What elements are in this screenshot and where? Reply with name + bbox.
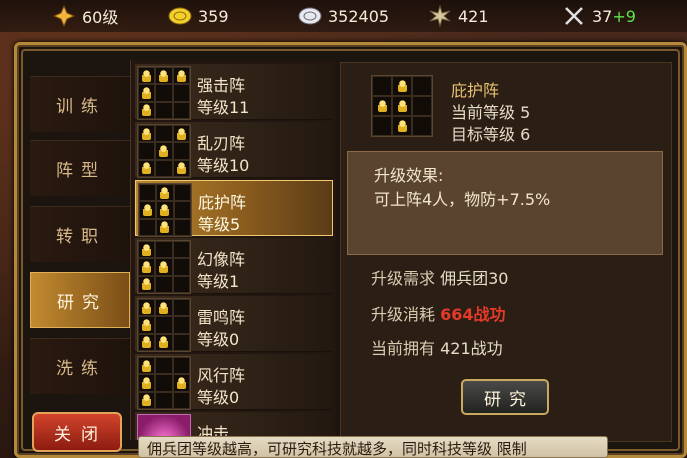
formation-row[interactable]: 幻像阵 等级1: [135, 238, 333, 294]
formation-name: 风行阵: [197, 366, 246, 385]
formation-level: 等级10: [197, 156, 250, 175]
silver-coin-icon: [298, 4, 322, 28]
level-display: 60级: [52, 3, 118, 29]
formation-grid-icon: [137, 240, 191, 294]
detail-current-level: 当前等级 5: [451, 103, 531, 122]
close-button[interactable]: 关闭: [32, 412, 122, 452]
resource-bar: 60级 359 352405 421 37 +9: [0, 0, 687, 32]
formation-name: 乱刃阵: [197, 134, 246, 153]
detail-formation-name: 庇护阵: [451, 81, 500, 100]
formation-level: 等级0: [197, 388, 240, 407]
tab-research[interactable]: 研究: [30, 272, 130, 328]
formation-grid-icon: [137, 124, 191, 178]
detail-panel: 庇护阵 当前等级 5 目标等级 6 升级效果: 可上阵4人，物防+7.5% 升级…: [340, 62, 672, 442]
tab-refine[interactable]: 洗练: [30, 338, 130, 394]
formation-row[interactable]: 乱刃阵 等级10: [135, 122, 333, 178]
formation-name: 幻像阵: [197, 250, 246, 269]
formation-grid-icon: [137, 66, 191, 120]
formation-name: 雷鸣阵: [197, 308, 246, 327]
upgrade-requirement: 升级需求 佣兵团30: [371, 269, 509, 288]
research-button[interactable]: 研究: [461, 379, 549, 415]
level-value: 60级: [82, 8, 119, 27]
stamina-value: 37: [592, 6, 613, 26]
formation-grid-icon: [138, 183, 192, 237]
silver-value: 352405: [328, 6, 390, 26]
gold-value: 359: [198, 6, 229, 26]
formation-level: 等级1: [197, 272, 240, 291]
formation-row[interactable]: 风行阵 等级0: [135, 354, 333, 410]
gold-coin-icon: [168, 4, 192, 28]
tab-train[interactable]: 训练: [30, 76, 130, 132]
formation-list[interactable]: 强击阵 等级11 乱刃阵 等级10 庇护阵 等级5 幻像阵 等级1 雷鸣阵 等级…: [130, 60, 336, 440]
gold-display: 359: [168, 3, 229, 29]
tab-formation[interactable]: 阵型: [30, 140, 130, 196]
hint-tooltip: 佣兵团等级越高，可研究科技就越多，同时科技等级 限制: [138, 436, 608, 458]
stamina-display: 37 +9: [562, 3, 636, 29]
tab-job-change[interactable]: 转职: [30, 206, 130, 262]
formation-row-selected[interactable]: 庇护阵 等级5: [135, 180, 333, 237]
upgrade-cost: 升级消耗 664战功: [371, 305, 506, 324]
formation-level: 等级5: [198, 215, 241, 234]
selected-formation-grid-icon: [371, 75, 433, 137]
crossed-swords-icon: [562, 4, 586, 28]
upgrade-effect-box: 升级效果: 可上阵4人，物防+7.5%: [347, 151, 663, 255]
stamina-bonus: +9: [612, 6, 636, 26]
owned-merit: 当前拥有 421战功: [371, 339, 503, 358]
formation-grid-icon: [137, 356, 191, 410]
formation-row[interactable]: 雷鸣阵 等级0: [135, 296, 333, 352]
merit-burst-icon: [428, 4, 452, 28]
formation-level: 等级11: [197, 98, 250, 117]
silver-display: 352405: [298, 3, 389, 29]
detail-target-level: 目标等级 6: [451, 125, 531, 144]
formation-name: 庇护阵: [198, 193, 247, 212]
merit-value: 421: [458, 6, 489, 26]
effect-title: 升级效果:: [374, 166, 444, 185]
merit-display: 421: [428, 3, 489, 29]
formation-level: 等级0: [197, 330, 240, 349]
formation-grid-icon: [137, 298, 191, 352]
formation-row[interactable]: 强击阵 等级11: [135, 64, 333, 120]
formation-name: 强击阵: [197, 76, 246, 95]
effect-value: 可上阵4人，物防+7.5%: [374, 190, 551, 209]
level-star-icon: [52, 4, 76, 28]
